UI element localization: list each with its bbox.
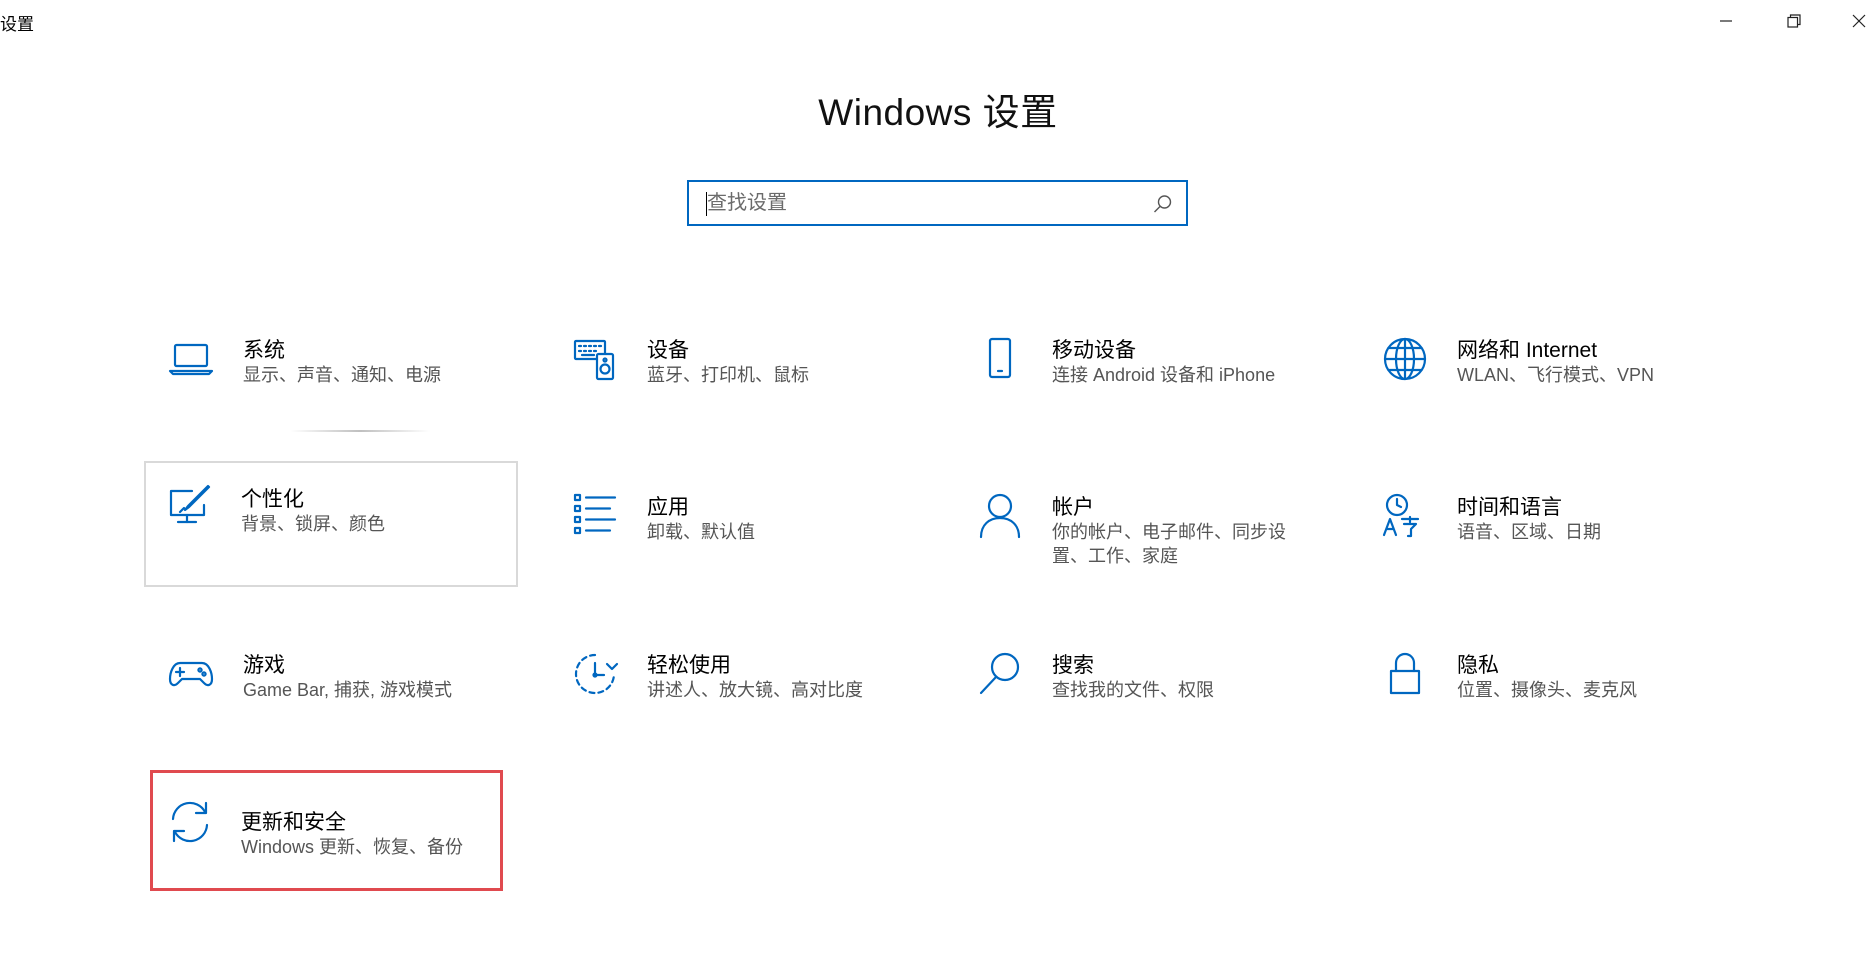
tile-description: 显示、声音、通知、电源	[243, 365, 441, 385]
hover-shadow	[290, 430, 430, 432]
search-icon[interactable]	[1152, 193, 1174, 215]
close-button[interactable]	[1836, 0, 1866, 42]
tile-devices[interactable]: 设备 蓝牙、打印机、鼠标	[550, 316, 924, 442]
tile-description: 卸载、默认值	[647, 522, 755, 542]
tile-title: 更新和安全	[241, 811, 346, 834]
tile-description: 讲述人、放大镜、高对比度	[647, 680, 863, 700]
sync-arrows-icon	[165, 797, 215, 847]
tile-title: 网络和 Internet	[1457, 339, 1598, 362]
ease-of-access-icon	[570, 649, 620, 699]
restore-button[interactable]	[1764, 0, 1824, 42]
tile-gaming[interactable]: 游戏 Game Bar, 捕获, 游戏模式	[146, 631, 520, 757]
tile-personalization[interactable]: 个性化 背景、锁屏、颜色	[144, 461, 518, 587]
paint-brush-icon	[164, 481, 214, 531]
gamepad-icon	[166, 649, 216, 699]
tile-description: 背景、锁屏、颜色	[241, 514, 385, 534]
tile-time-language[interactable]: 时间和语言 语音、区域、日期	[1360, 473, 1734, 599]
tile-description: 查找我的文件、权限	[1052, 680, 1214, 700]
tile-title: 设备	[647, 339, 689, 362]
lock-icon	[1380, 649, 1430, 699]
laptop-icon	[166, 334, 216, 384]
tile-system[interactable]: 系统 显示、声音、通知、电源	[146, 316, 520, 442]
tile-description: 蓝牙、打印机、鼠标	[647, 365, 809, 385]
tile-search[interactable]: 搜索 查找我的文件、权限	[955, 631, 1329, 757]
app-list-icon	[570, 491, 620, 541]
tile-title: 隐私	[1457, 654, 1499, 677]
tile-title: 应用	[647, 496, 689, 519]
tile-accounts[interactable]: 帐户 你的帐户、电子邮件、同步设置、工作、家庭	[955, 473, 1329, 599]
tile-title: 游戏	[243, 654, 285, 677]
tile-title: 个性化	[241, 488, 304, 511]
time-language-icon	[1380, 491, 1430, 541]
search-box[interactable]	[687, 180, 1188, 226]
minimize-button[interactable]	[1696, 0, 1756, 42]
tile-update-security[interactable]: 更新和安全 Windows 更新、恢复、备份	[150, 770, 503, 891]
tile-description: 连接 Android 设备和 iPhone	[1052, 365, 1276, 385]
page-title: Windows 设置	[818, 92, 1058, 133]
close-icon	[1852, 14, 1866, 28]
tile-title: 时间和语言	[1457, 496, 1562, 519]
search-input[interactable]	[707, 182, 1147, 224]
keyboard-speaker-icon	[570, 334, 620, 384]
tile-network[interactable]: 网络和 Internet WLAN、飞行模式、VPN	[1360, 316, 1734, 442]
tile-title: 系统	[243, 339, 285, 362]
tile-title: 帐户	[1052, 496, 1094, 519]
restore-icon	[1787, 14, 1801, 28]
tile-title: 搜索	[1052, 654, 1094, 677]
tile-apps[interactable]: 应用 卸载、默认值	[550, 473, 924, 599]
window-title: 设置	[0, 15, 34, 34]
tile-ease-of-access[interactable]: 轻松使用 讲述人、放大镜、高对比度	[550, 631, 924, 757]
title-bar: 设置	[0, 0, 1866, 42]
tile-mobile-devices[interactable]: 移动设备 连接 Android 设备和 iPhone	[955, 316, 1329, 442]
tile-privacy[interactable]: 隐私 位置、摄像头、麦克风	[1360, 631, 1734, 757]
tile-description: Game Bar, 捕获, 游戏模式	[243, 680, 453, 700]
tile-title: 移动设备	[1052, 339, 1136, 362]
tile-description: 你的帐户、电子邮件、同步设置、工作、家庭	[1052, 522, 1286, 566]
magnifier-icon	[975, 649, 1025, 699]
person-icon	[975, 491, 1025, 541]
tile-description: Windows 更新、恢复、备份	[241, 837, 464, 857]
tile-description: 位置、摄像头、麦克风	[1457, 680, 1637, 700]
globe-icon	[1380, 334, 1430, 384]
tile-title: 轻松使用	[647, 654, 731, 677]
tile-description: 语音、区域、日期	[1457, 522, 1601, 542]
tile-description: WLAN、飞行模式、VPN	[1457, 365, 1655, 385]
minimize-icon	[1720, 20, 1732, 22]
phone-icon	[975, 334, 1025, 384]
